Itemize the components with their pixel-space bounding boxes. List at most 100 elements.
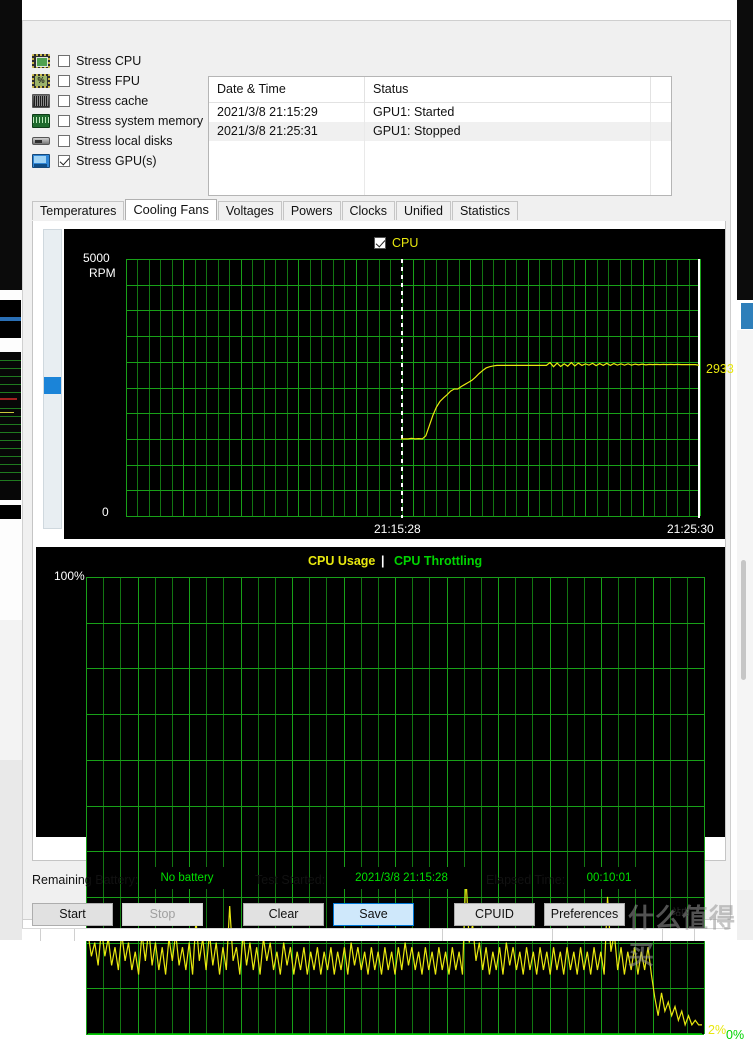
save-button[interactable]: Save <box>333 903 414 926</box>
cell-status <box>365 160 651 179</box>
battery-label: Remaining Battery: <box>32 873 139 887</box>
stress-option-label: Stress CPU <box>76 54 142 68</box>
background-right-tab <box>741 303 753 329</box>
stress-gpus-checkbox[interactable] <box>58 155 70 167</box>
button-bar: Start Stop Clear Save CPUID Preferences <box>23 901 732 931</box>
legend-separator: | <box>381 554 385 568</box>
throttling-current-value-label: 0% <box>726 1028 745 1042</box>
cell-datetime: 2021/3/8 21:15:29 <box>209 103 365 122</box>
fan-speed-trace <box>401 361 700 440</box>
cell-datetime <box>209 179 365 195</box>
scrollbar-thumb[interactable] <box>44 377 61 394</box>
cell-extra <box>651 179 671 195</box>
watermark-small-text: 站内 <box>672 908 691 918</box>
table-row[interactable] <box>209 141 671 160</box>
cell-status <box>365 141 651 160</box>
chart-tab-bar: Temperatures Cooling Fans Voltages Power… <box>32 199 726 221</box>
background-black-block-3 <box>0 505 21 519</box>
cell-datetime <box>209 160 365 179</box>
cpu-usage-chart: CPU Usage | CPU Throttling 100% 0% 2% 0% <box>36 547 744 1042</box>
stress-options-list: Stress CPU % Stress FPU Stress cache Str… <box>32 51 204 171</box>
cell-datetime: 2021/3/8 21:25:31 <box>209 122 365 141</box>
clear-button[interactable]: Clear <box>243 903 324 926</box>
cell-status <box>365 179 651 195</box>
cpu-usage-trace <box>87 874 702 1035</box>
cell-extra <box>651 141 671 160</box>
stress-option-row[interactable]: Stress system memory <box>32 111 204 131</box>
tab-statistics[interactable]: Statistics <box>451 201 518 220</box>
elapsed-time-label: Elapsed Time: <box>486 873 566 887</box>
fan-xtick-start: 21:15:28 <box>374 522 421 536</box>
stress-option-label: Stress cache <box>76 94 149 108</box>
desktop-taskbar-strip <box>22 928 731 941</box>
tab-voltages[interactable]: Voltages <box>217 201 282 220</box>
cpu-throttling-legend-label[interactable]: CPU Throttling <box>394 554 482 568</box>
background-yellow-trace <box>0 412 14 413</box>
usage-axis-min-label: 0% <box>64 1025 82 1039</box>
cpu-usage-legend-label[interactable]: CPU Usage <box>308 554 375 568</box>
cell-extra <box>651 122 671 141</box>
charts-vertical-scrollbar[interactable] <box>43 229 62 529</box>
background-blue-strip <box>0 317 21 321</box>
column-header-datetime[interactable]: Date & Time <box>209 77 365 102</box>
stress-option-label: Stress GPU(s) <box>76 154 157 168</box>
cache-icon <box>32 94 50 108</box>
test-started-value: 2021/3/8 21:15:28 <box>335 867 468 889</box>
stress-option-row[interactable]: Stress local disks <box>32 131 204 151</box>
background-dark-panel-right <box>737 0 753 300</box>
background-panel-lower-2 <box>0 760 22 940</box>
fan-axis-max-label: 5000 <box>83 251 110 265</box>
stress-cache-checkbox[interactable] <box>58 95 70 107</box>
stress-option-row[interactable]: % Stress FPU <box>32 71 204 91</box>
stress-option-row[interactable]: Stress CPU <box>32 51 204 71</box>
background-red-trace <box>0 398 17 400</box>
cpu-icon <box>32 54 50 68</box>
event-log-table[interactable]: Date & Time Status 2021/3/8 21:15:29 GPU… <box>208 76 672 196</box>
tab-powers[interactable]: Powers <box>282 201 341 220</box>
top-area: Stress CPU % Stress FPU Stress cache Str… <box>23 21 732 196</box>
table-row[interactable]: 2021/3/8 21:15:29 GPU1: Started <box>209 103 671 122</box>
fan-axis-min-label: 0 <box>102 505 109 519</box>
stress-option-row[interactable]: Stress GPU(s) <box>32 151 204 171</box>
fan-current-value-label: 2933 <box>706 362 734 376</box>
column-header-extra[interactable] <box>651 77 671 102</box>
stress-option-row[interactable]: Stress cache <box>32 91 204 111</box>
fan-xtick-end: 21:25:30 <box>667 522 714 536</box>
background-right-scrollbar[interactable] <box>741 560 746 680</box>
usage-axis-max-label: 100% <box>54 569 85 583</box>
cell-datetime <box>209 141 365 160</box>
background-green-gridlines <box>0 360 21 490</box>
cooling-fans-legend-label[interactable]: CPU <box>392 236 418 250</box>
stress-cpu-checkbox[interactable] <box>58 55 70 67</box>
fan-axis-unit-label: RPM <box>89 266 116 280</box>
aida64-stress-test-window: Stress CPU % Stress FPU Stress cache Str… <box>22 20 744 1042</box>
stress-system-memory-checkbox[interactable] <box>58 115 70 127</box>
stress-option-label: Stress FPU <box>76 74 140 88</box>
stress-local-disks-checkbox[interactable] <box>58 135 70 147</box>
tab-cooling-fans[interactable]: Cooling Fans <box>125 199 217 220</box>
cell-status: GPU1: Stopped <box>365 122 651 141</box>
stress-fpu-checkbox[interactable] <box>58 75 70 87</box>
tab-unified[interactable]: Unified <box>396 201 451 220</box>
cpu-series-checkbox[interactable] <box>374 237 386 249</box>
test-started-label: Test Started: <box>255 873 326 887</box>
table-row[interactable]: 2021/3/8 21:25:31 GPU1: Stopped <box>209 122 671 141</box>
preferences-button[interactable]: Preferences <box>544 903 625 926</box>
tab-clocks[interactable]: Clocks <box>341 201 396 220</box>
charts-panel: CPU 5000 RPM 0 2933 21:15:28 21:25:30 CP… <box>32 221 744 1042</box>
cell-extra <box>651 160 671 179</box>
background-right-footer <box>737 890 753 940</box>
stop-button[interactable]: Stop <box>122 903 203 926</box>
cpuid-button[interactable]: CPUID <box>454 903 535 926</box>
cell-status: GPU1: Started <box>365 103 651 122</box>
status-bar: Remaining Battery: No battery Test Start… <box>23 866 732 898</box>
fpu-icon: % <box>32 74 50 88</box>
gpu-icon <box>32 154 50 168</box>
stress-option-label: Stress local disks <box>76 134 173 148</box>
tab-temperatures[interactable]: Temperatures <box>32 201 125 220</box>
table-row[interactable] <box>209 160 671 179</box>
start-button[interactable]: Start <box>32 903 113 926</box>
disk-icon <box>32 134 50 148</box>
column-header-status[interactable]: Status <box>365 77 651 102</box>
table-row[interactable] <box>209 179 671 195</box>
